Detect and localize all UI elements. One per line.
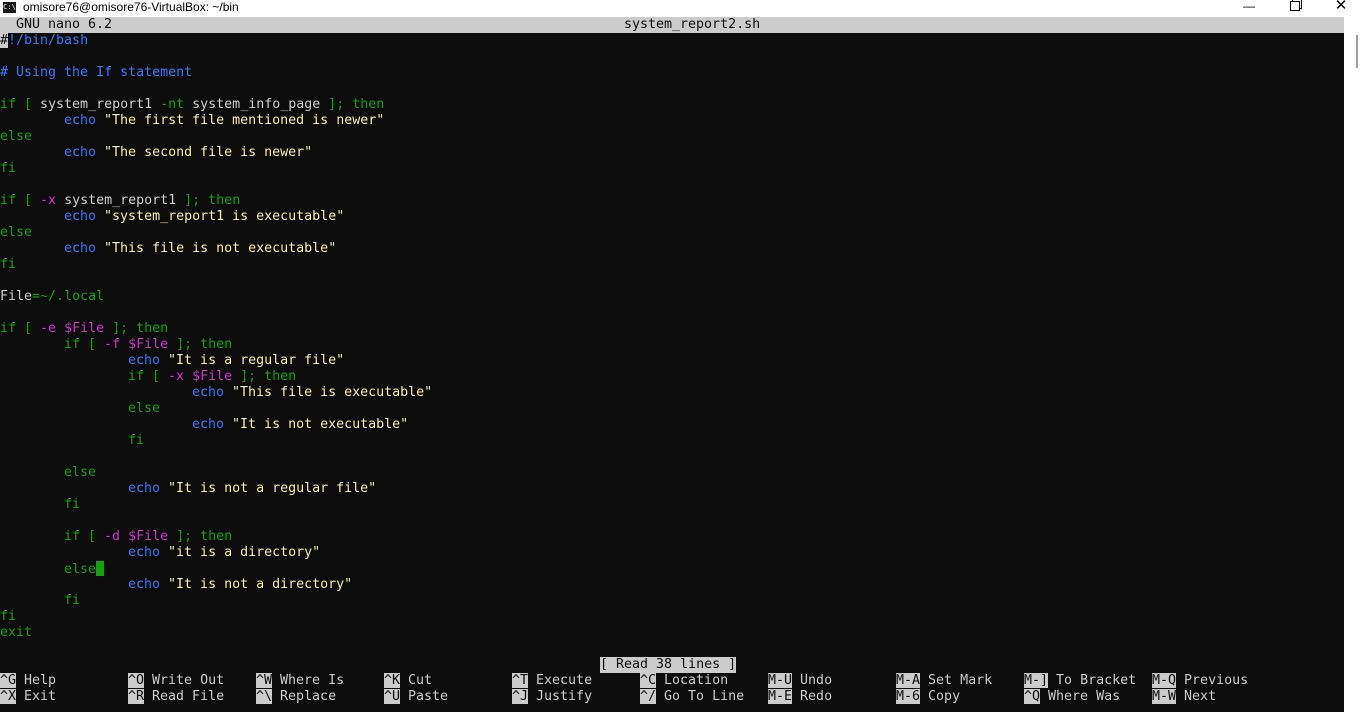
shortcut-go-to-line[interactable]: ^/ Go To Line <box>640 689 744 705</box>
shortcut-exit[interactable]: ^X Exit <box>0 689 56 705</box>
shortcut-next[interactable]: M-W Next <box>1152 689 1216 705</box>
code-line-6: echo "The first file mentioned is newer" <box>64 113 385 128</box>
restore-icon <box>1290 1 1300 11</box>
code-line-1: #!/bin/bash <box>0 33 89 48</box>
shortcut-location[interactable]: ^C Location <box>640 673 728 689</box>
nano-header: GNU nano 6.2 system_report2.sh <box>0 17 1344 33</box>
code-line-29: echo "It is not a regular file" <box>128 481 377 496</box>
code-line-36: fi <box>64 593 81 608</box>
code-line-22: if [ -x $File ]; then <box>128 369 297 384</box>
code-line-15: fi <box>0 257 17 272</box>
code-line-34: else <box>64 561 105 577</box>
shortcut-cut[interactable]: ^K Cut <box>384 673 432 689</box>
code-line-17: File=~/.local <box>0 289 105 304</box>
maximize-button[interactable] <box>1272 0 1318 17</box>
code-line-19: if [ -e $File ]; then <box>0 321 169 336</box>
code-line-20: if [ -f $File ]; then <box>64 337 233 352</box>
code-line-11: if [ -x system_report1 ]; then <box>0 193 241 208</box>
shortcut-previous[interactable]: M-Q Previous <box>1152 673 1248 689</box>
code-line-21: echo "It is a regular file" <box>128 353 345 368</box>
shortcut-redo[interactable]: M-E Redo <box>768 689 832 705</box>
code-line-25: echo "It is not executable" <box>192 417 409 432</box>
window-title-bar: C:\ omisore76@omisore76-VirtualBox: ~/bi… <box>0 0 1366 17</box>
terminal-app-icon: C:\ <box>3 2 16 13</box>
code-line-35: echo "It is not a directory" <box>128 577 353 592</box>
shortcut-set-mark[interactable]: M-A Set Mark <box>896 673 992 689</box>
shortcut-where-was[interactable]: ^Q Where Was <box>1024 689 1120 705</box>
close-button[interactable]: ✕ <box>1318 0 1364 17</box>
shortcut-copy[interactable]: M-6 Copy <box>896 689 960 705</box>
code-line-8: echo "The second file is newer" <box>64 145 313 160</box>
code-line-26: fi <box>128 433 145 448</box>
file-name: system_report2.sh <box>624 17 761 32</box>
code-line-5: if [ system_report1 -nt system_info_page… <box>0 97 385 112</box>
terminal-area[interactable]: GNU nano 6.2 system_report2.sh #!/bin/ba… <box>0 17 1344 712</box>
shortcut-replace[interactable]: ^\ Replace <box>256 689 336 705</box>
code-line-30: fi <box>64 497 81 512</box>
shortcut-undo[interactable]: M-U Undo <box>768 673 832 689</box>
nano-version: GNU nano 6.2 <box>16 17 113 32</box>
text-cursor: # <box>0 33 9 48</box>
shortcut-justify[interactable]: ^J Justify <box>512 689 592 705</box>
code-line-12: echo "system_report1 is executable" <box>64 209 345 224</box>
cursor-block-icon <box>96 561 105 576</box>
scrollbar-thumb[interactable] <box>1356 35 1358 68</box>
code-line-14: echo "This file is not executable" <box>64 241 337 256</box>
code-line-28: else <box>64 465 97 480</box>
shortcut-to-bracket[interactable]: M-] To Bracket <box>1024 673 1136 689</box>
code-line-37: fi <box>0 609 17 624</box>
shortcut-write-out[interactable]: ^O Write Out <box>128 673 224 689</box>
code-line-3: # Using the If statement <box>0 65 193 80</box>
shortcut-execute[interactable]: ^T Execute <box>512 673 592 689</box>
code-line-24: else <box>128 401 161 416</box>
shortcut-where-is[interactable]: ^W Where Is <box>256 673 344 689</box>
minimize-button[interactable]: — <box>1226 0 1272 17</box>
window-title: omisore76@omisore76-VirtualBox: ~/bin <box>23 0 239 14</box>
code-line-9: fi <box>0 161 17 176</box>
code-line-33: echo "it is a directory" <box>128 545 321 560</box>
code-line-32: if [ -d $File ]; then <box>64 529 233 544</box>
code-line-23: echo "This file is executable" <box>192 385 433 400</box>
status-message: [ Read 38 lines ] <box>600 657 737 673</box>
vertical-scrollbar[interactable] <box>1344 17 1366 712</box>
code-line-13: else <box>0 225 33 240</box>
shortcut-help[interactable]: ^G Help <box>0 673 56 689</box>
code-line-38: exit <box>0 625 33 640</box>
shortcut-paste[interactable]: ^U Paste <box>384 689 448 705</box>
code-line-7: else <box>0 129 33 144</box>
shortcut-read-file[interactable]: ^R Read File <box>128 689 224 705</box>
